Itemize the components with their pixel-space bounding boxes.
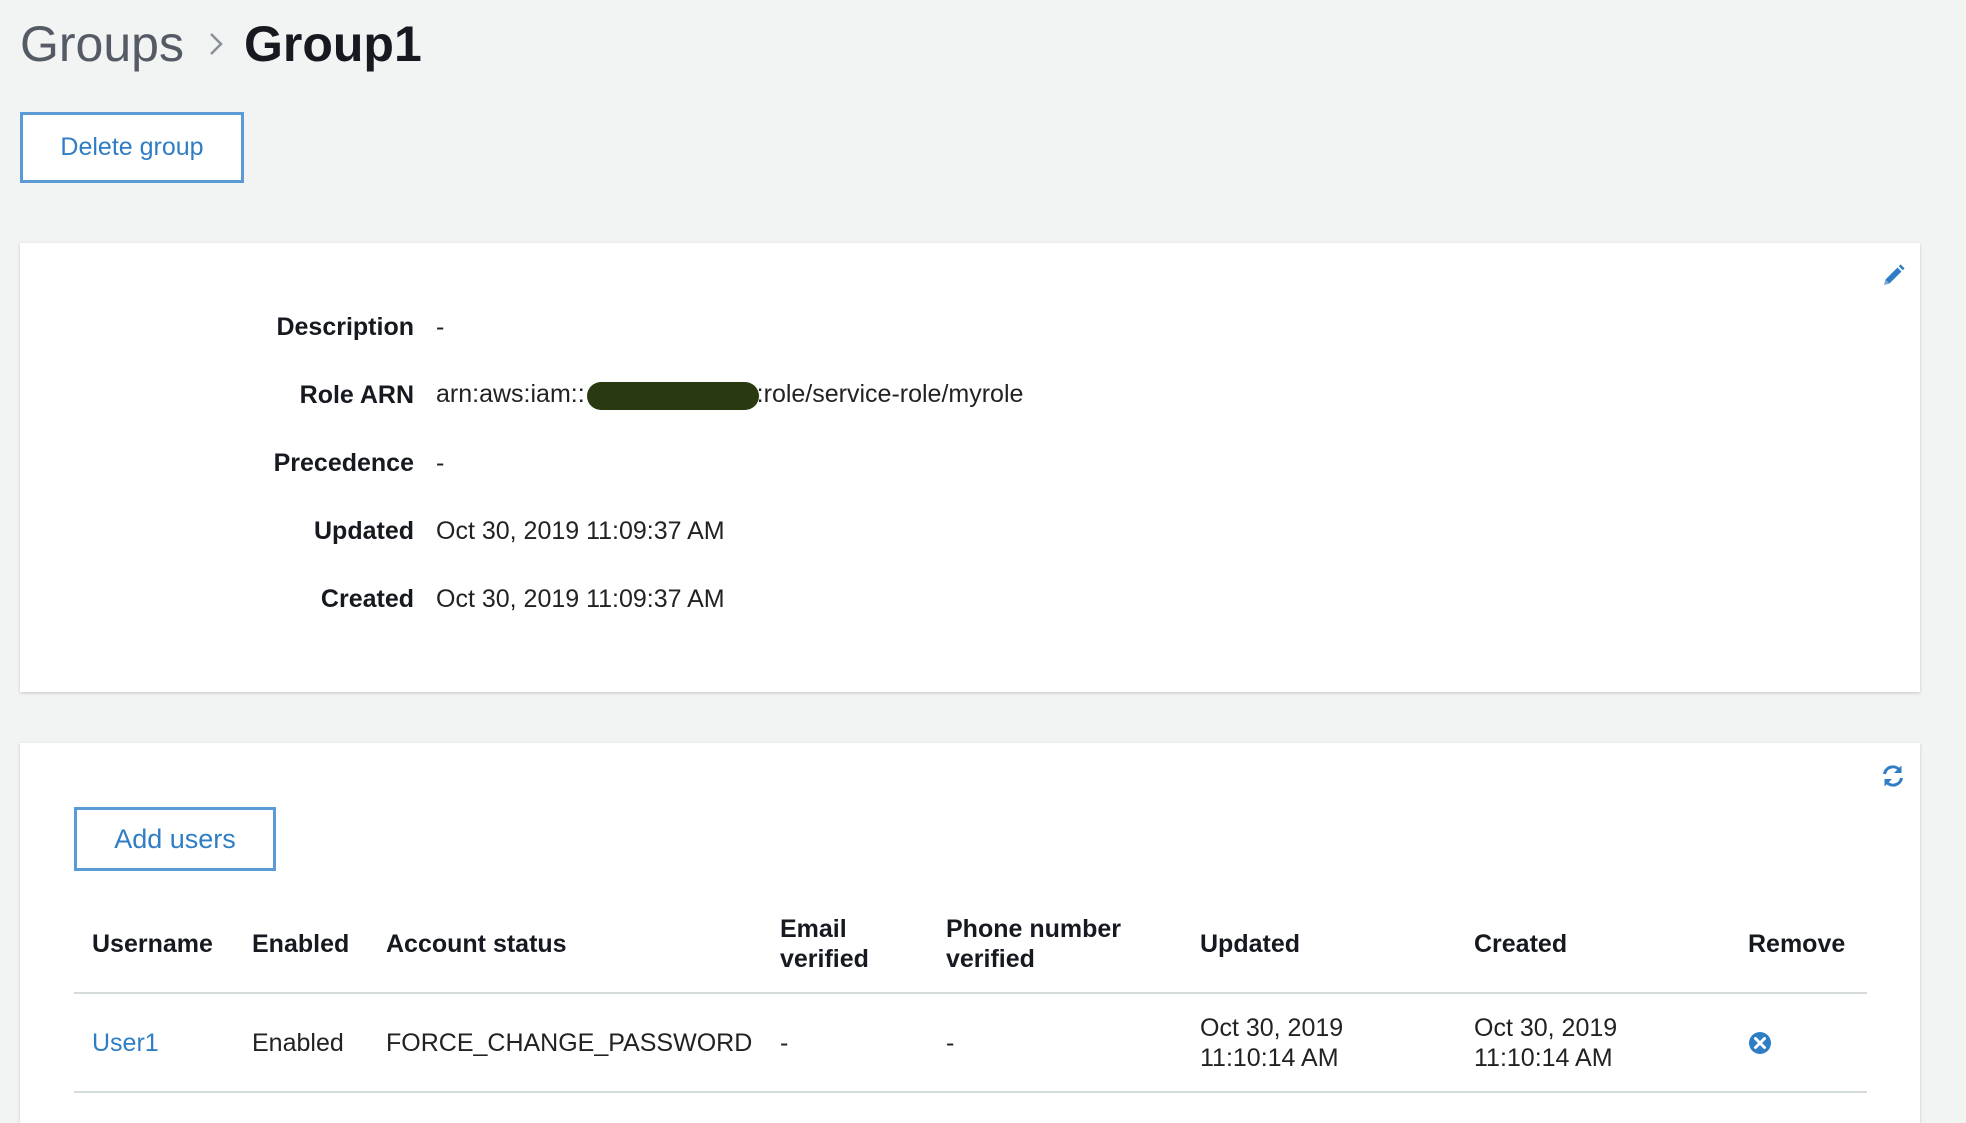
created-cell: Oct 30, 2019 11:10:14 AM (1474, 994, 1694, 1091)
redaction-mark (586, 381, 759, 410)
group-users-panel: Add users Username Enabled Account statu… (20, 743, 1920, 1123)
pencil-icon[interactable] (1880, 263, 1906, 289)
created-time: 11:10:14 AM (1474, 1043, 1613, 1072)
page-title: Group1 (243, 16, 422, 72)
group-details-panel: Description - Role ARN arn:aws:iam:::rol… (20, 243, 1920, 692)
breadcrumb: Groups Group1 (20, 12, 422, 76)
table-header: Username Enabled Account status Email ve… (74, 895, 1867, 994)
add-users-button[interactable]: Add users (74, 807, 276, 871)
email-verified-cell: - (780, 1028, 789, 1057)
updated-date: Oct 30, 2019 (1200, 1013, 1344, 1042)
detail-row-description: Description - (20, 307, 444, 347)
users-table: Username Enabled Account status Email ve… (74, 895, 1867, 1093)
username-link[interactable]: User1 (92, 994, 242, 1091)
role-arn-prefix: arn:aws:iam:: (436, 380, 585, 409)
detail-row-precedence: Precedence - (20, 443, 445, 483)
column-header-account-status[interactable]: Account status (386, 895, 646, 992)
column-header-email-verified[interactable]: Email verified (780, 895, 890, 992)
role-arn-suffix: :role/service-role/myrole (756, 380, 1024, 409)
precedence-value: - (436, 448, 445, 477)
detail-row-role-arn: Role ARN arn:aws:iam:::role/service-role… (20, 375, 1023, 415)
created-label: Created (320, 584, 414, 613)
precedence-label: Precedence (273, 448, 414, 477)
column-header-enabled[interactable]: Enabled (252, 895, 372, 992)
created-date: Oct 30, 2019 (1474, 1013, 1618, 1042)
phone-verified-cell: - (946, 1028, 955, 1057)
column-header-remove: Remove (1748, 929, 1846, 958)
created-value: Oct 30, 2019 11:09:37 AM (436, 584, 725, 613)
remove-cell (1748, 994, 1858, 1091)
enabled-cell: Enabled (252, 1028, 344, 1057)
column-header-username[interactable]: Username (92, 895, 242, 992)
updated-value: Oct 30, 2019 11:09:37 AM (436, 516, 725, 545)
table-row: User1 Enabled FORCE_CHANGE_PASSWORD - - … (74, 994, 1867, 1093)
detail-row-created: Created Oct 30, 2019 11:09:37 AM (20, 579, 725, 619)
remove-circle-icon[interactable] (1748, 1031, 1772, 1055)
role-arn-label: Role ARN (299, 380, 414, 409)
account-status-cell: FORCE_CHANGE_PASSWORD (386, 1028, 753, 1057)
description-label: Description (276, 312, 414, 341)
refresh-icon[interactable] (1880, 763, 1906, 789)
chevron-right-icon (200, 12, 232, 76)
delete-group-button[interactable]: Delete group (20, 112, 244, 183)
detail-row-updated: Updated Oct 30, 2019 11:09:37 AM (20, 511, 725, 551)
breadcrumb-groups-link[interactable]: Groups (20, 15, 184, 73)
updated-label: Updated (314, 516, 414, 545)
column-header-phone-verified[interactable]: Phone number verified (946, 895, 1146, 992)
updated-cell: Oct 30, 2019 11:10:14 AM (1200, 994, 1420, 1091)
updated-time: 11:10:14 AM (1200, 1043, 1339, 1072)
role-arn-value: arn:aws:iam:::role/service-role/myrole (436, 380, 1024, 410)
column-header-updated[interactable]: Updated (1200, 895, 1400, 992)
column-header-created: Created (1474, 929, 1568, 958)
description-value: - (436, 312, 445, 341)
